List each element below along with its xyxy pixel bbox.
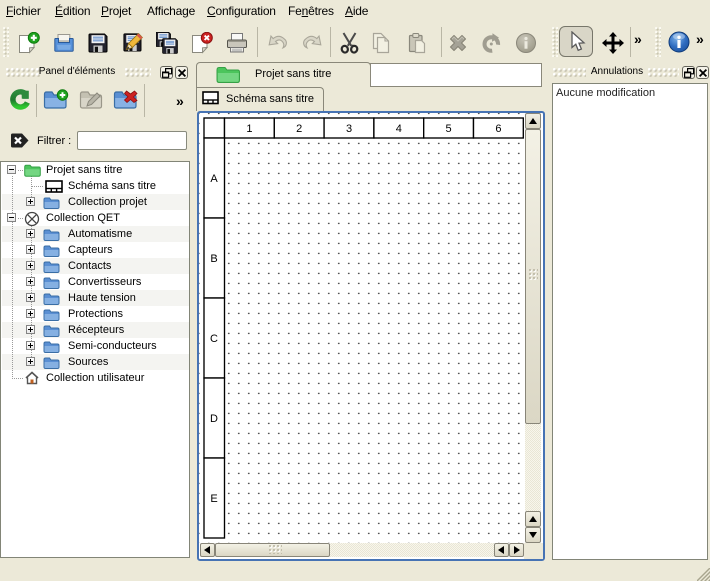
svg-text:1: 1	[246, 123, 252, 135]
svg-text:C: C	[210, 333, 218, 345]
svg-text:3: 3	[346, 123, 352, 135]
svg-text:E: E	[210, 493, 217, 505]
svg-text:5: 5	[446, 123, 452, 135]
svg-text:6: 6	[495, 123, 501, 135]
svg-text:2: 2	[296, 123, 302, 135]
svg-text:4: 4	[396, 123, 402, 135]
svg-text:D: D	[210, 413, 218, 425]
svg-text:B: B	[210, 253, 217, 265]
svg-text:A: A	[210, 173, 218, 185]
